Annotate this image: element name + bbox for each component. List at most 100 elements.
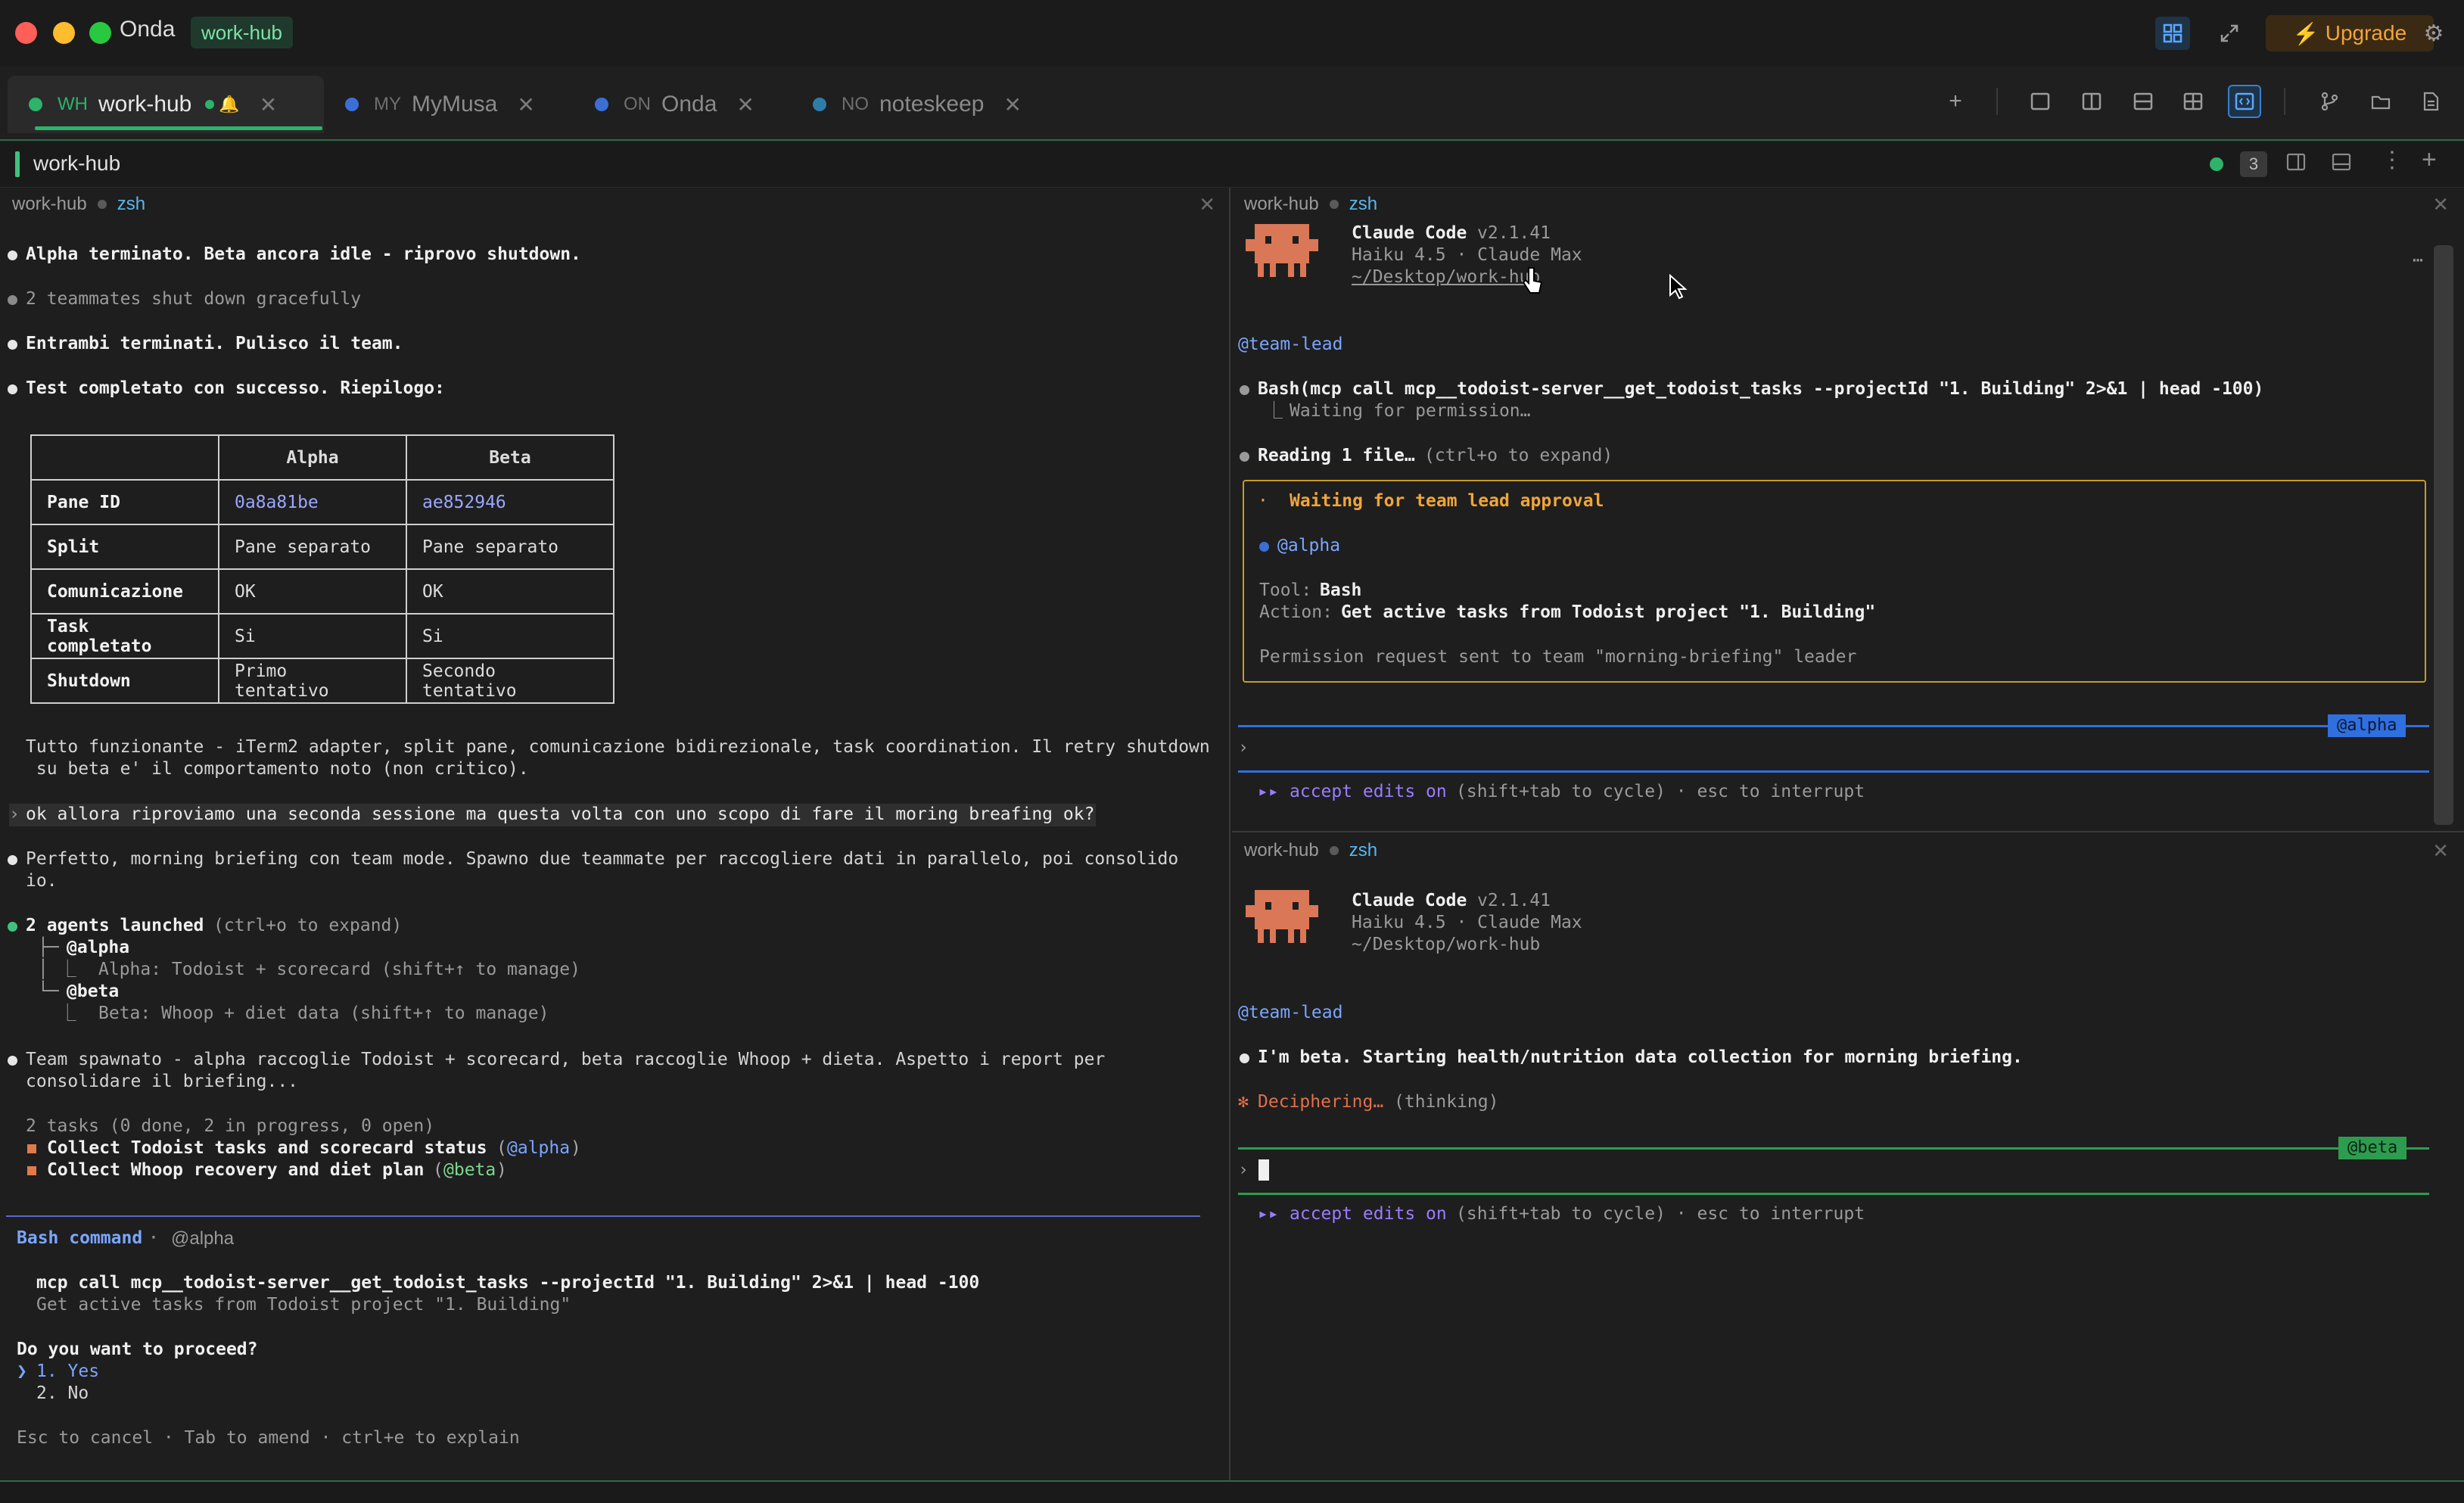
close-tab-icon[interactable]: ✕ — [736, 92, 754, 117]
summary-table: Alpha Beta Pane ID 0a8a81be ae852946 Spl… — [30, 434, 614, 704]
input-prompt[interactable]: › — [1238, 737, 1249, 759]
approval-title: Waiting for team lead approval — [1290, 490, 1604, 512]
close-window-button[interactable] — [15, 22, 37, 44]
tab-label: noteskeep — [879, 92, 984, 117]
bullet — [8, 922, 17, 932]
app-name: Claude Code — [1352, 222, 1467, 244]
tree-branch: ⎿ — [1265, 400, 1283, 422]
split-horizontal-icon[interactable] — [2126, 85, 2160, 118]
settings-gear-icon[interactable]: ⚙ — [2417, 17, 2450, 50]
agent-alpha-task: Alpha: Todoist + scorecard (shift+↑ to m… — [98, 959, 580, 981]
tree-branch: ⎿ — [38, 1003, 76, 1025]
add-pane-icon[interactable]: + — [2422, 145, 2437, 175]
close-pane-icon[interactable]: ✕ — [2432, 839, 2449, 863]
approval-note: Permission request sent to team "morning… — [1259, 646, 1856, 668]
new-tab-plus-icon[interactable]: + — [1939, 85, 1972, 118]
task-owner: @alpha — [507, 1137, 570, 1159]
folder-icon[interactable] — [2364, 85, 2397, 118]
table-row: Pane ID 0a8a81be ae852946 — [31, 480, 614, 524]
tab-mymusa[interactable]: MY MyMusa ✕ — [345, 76, 535, 133]
pane-divider[interactable] — [1229, 188, 1230, 1480]
paren: ( — [496, 1137, 507, 1159]
cwd-path[interactable]: ~/Desktop/work-hub — [1352, 266, 1540, 288]
option-yes[interactable]: 1. Yes — [36, 1361, 99, 1383]
scrollbar[interactable] — [2434, 245, 2453, 825]
single-layout-icon[interactable] — [2024, 85, 2057, 118]
beta-message: I'm beta. Starting health/nutrition data… — [1258, 1047, 2023, 1069]
prompt-marker: › — [9, 804, 20, 826]
split-vertical-icon[interactable] — [2075, 85, 2108, 118]
table-row: Task completato Si Si — [31, 614, 614, 658]
sidebar-toggle-icon[interactable] — [2285, 151, 2307, 178]
cwd-path[interactable]: ~/Desktop/work-hub — [1352, 934, 1540, 956]
tasks-summary: 2 tasks (0 done, 2 in progress, 0 open) — [26, 1116, 434, 1137]
close-tab-icon[interactable]: ✕ — [260, 92, 277, 117]
mode-hint: (shift+tab to cycle) · esc to interrupt — [1456, 781, 1865, 803]
agent-beta[interactable]: @beta — [67, 981, 119, 1003]
close-tab-icon[interactable]: ✕ — [517, 92, 534, 117]
upgrade-button[interactable]: ⚡ Upgrade — [2266, 15, 2434, 51]
table-cell: Shutdown — [31, 658, 219, 703]
action-label: Action: — [1259, 602, 1333, 624]
active-tab-indicator — [35, 126, 322, 130]
agent-alpha[interactable]: @alpha — [67, 937, 129, 959]
maximize-window-button[interactable] — [89, 22, 111, 44]
close-tab-icon[interactable]: ✕ — [1003, 92, 1021, 117]
minimize-window-button[interactable] — [53, 22, 75, 44]
pane-count-badge: 3 — [2240, 151, 2267, 177]
grid-view-icon[interactable] — [2155, 17, 2190, 50]
table-cell: Secondo tentativo — [406, 658, 614, 703]
table-header-row: Alpha Beta — [31, 435, 614, 480]
user-prompt: ok allora riproviamo una seconda session… — [26, 804, 1094, 826]
tree-branch: └─ — [38, 981, 59, 1003]
approval-dot: · — [1258, 490, 1268, 512]
thinking-spinner-icon: ✻ — [1238, 1091, 1249, 1113]
more-options-icon[interactable]: ⋮ — [2381, 147, 2403, 173]
tab-label: work-hub — [98, 92, 191, 117]
git-branch-icon[interactable] — [2313, 85, 2346, 118]
code-layout-icon[interactable] — [2228, 85, 2261, 118]
pane-project: work-hub — [1244, 194, 1319, 215]
agents-hint: (ctrl+o to expand) — [213, 915, 402, 937]
mode-arrows: ▸▸ — [1258, 781, 1279, 803]
bash-title: Bash command — [17, 1228, 142, 1249]
selection-cursor: ❯ — [17, 1361, 27, 1383]
bullet — [8, 340, 17, 350]
tab-noteskeep[interactable]: NO noteskeep ✕ — [813, 76, 1022, 133]
table-cell: 0a8a81be — [219, 480, 406, 524]
tool-value: Bash — [1320, 580, 1361, 602]
input-prompt[interactable]: › — [1238, 1159, 1249, 1181]
close-pane-icon[interactable]: ✕ — [2432, 193, 2449, 216]
grid-layout-icon[interactable] — [2176, 85, 2210, 118]
expand-icon[interactable] — [2213, 17, 2246, 50]
separator-dot — [1330, 846, 1339, 855]
document-icon[interactable] — [2414, 85, 2447, 118]
table-cell: Pane separato — [219, 524, 406, 569]
option-no[interactable]: 2. No — [36, 1383, 89, 1405]
bullet — [8, 250, 17, 260]
mode-label[interactable]: accept edits on — [1290, 1203, 1447, 1225]
table-cell: OK — [219, 569, 406, 614]
more-icon[interactable]: ⋯ — [2413, 250, 2423, 272]
pane-divider[interactable] — [1232, 831, 2464, 832]
table-cell: Si — [406, 614, 614, 658]
mode-label[interactable]: accept edits on — [1290, 781, 1447, 803]
close-pane-icon[interactable]: ✕ — [1199, 193, 1215, 216]
bullet — [1240, 1053, 1249, 1063]
table-header-cell: Alpha — [219, 435, 406, 480]
panel-toggle-icon[interactable] — [2331, 151, 2352, 176]
action-value: Get active tasks from Todoist project "1… — [1341, 602, 1875, 624]
bullet — [1240, 385, 1249, 395]
app-title: Onda — [120, 17, 175, 42]
arrow-cursor-icon — [1668, 274, 1688, 301]
project-badge: work-hub — [191, 17, 293, 48]
tab-onda[interactable]: ON Onda ✕ — [595, 76, 754, 133]
table-cell — [31, 435, 219, 480]
separator-dot — [1330, 200, 1339, 209]
task-status-icon — [27, 1166, 36, 1175]
status-bar — [0, 1480, 2464, 1503]
table-cell: Task completato — [31, 614, 219, 658]
title-bar: Onda work-hub ⚡ Upgrade ⚙ — [0, 0, 2464, 67]
tab-work-hub[interactable]: WH work-hub 🔔 ✕ — [8, 76, 324, 133]
output-line: io. — [26, 870, 58, 892]
